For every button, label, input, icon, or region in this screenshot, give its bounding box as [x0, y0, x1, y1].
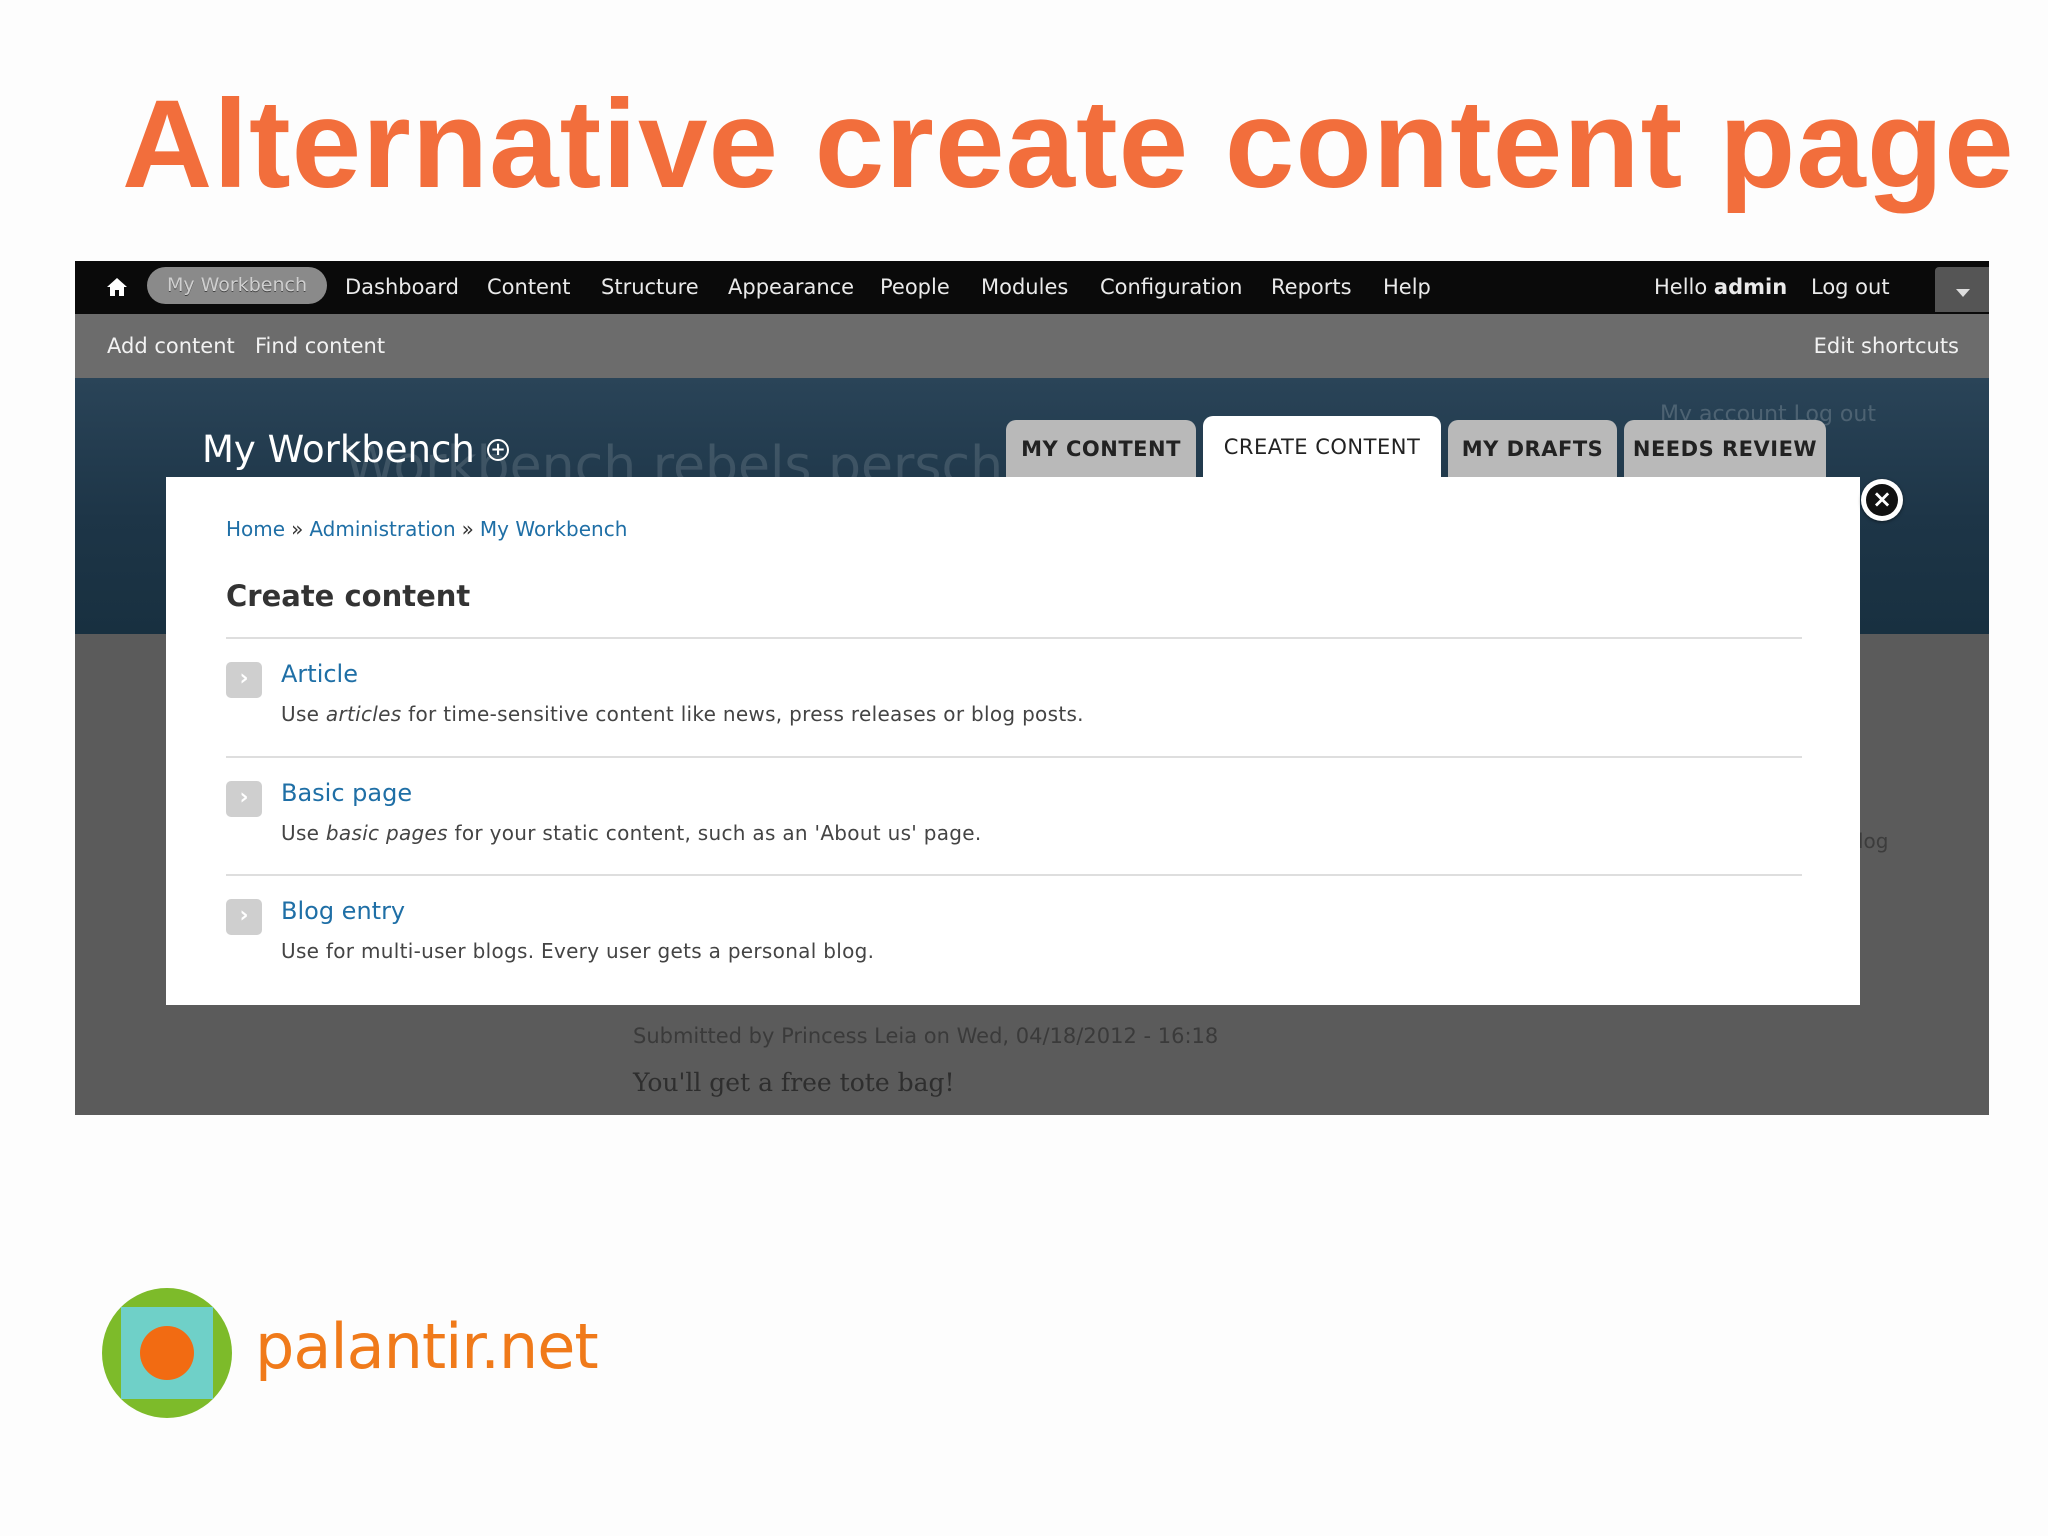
- shortcut-find-content[interactable]: Find content: [255, 314, 385, 378]
- username[interactable]: admin: [1714, 275, 1787, 299]
- tab-create-content[interactable]: CREATE CONTENT: [1203, 416, 1441, 478]
- toolbar-item-configuration[interactable]: Configuration: [1100, 261, 1242, 314]
- toolbar-item-modules[interactable]: Modules: [981, 261, 1068, 314]
- toolbar-item-content[interactable]: Content: [487, 261, 571, 314]
- admin-toolbar: My Workbench Dashboard Content Structure…: [75, 261, 1989, 314]
- slide-title: Alternative create content page: [122, 75, 2015, 214]
- add-shortcut-icon[interactable]: +: [487, 439, 509, 461]
- edit-shortcuts-link[interactable]: Edit shortcuts: [1814, 314, 1959, 378]
- close-modal-button[interactable]: ×: [1861, 479, 1903, 521]
- toolbar-drawer-toggle[interactable]: [1935, 267, 1989, 312]
- divider: [226, 874, 1802, 876]
- chevron-right-icon[interactable]: ›: [226, 899, 262, 935]
- content-type-description: Use for multi-user blogs. Every user get…: [281, 939, 875, 963]
- breadcrumb-separator: »: [291, 517, 304, 541]
- tab-my-drafts[interactable]: MY DRAFTS: [1448, 420, 1617, 478]
- toolbar-item-people[interactable]: People: [880, 261, 950, 314]
- create-content-modal: Home» Administration» My Workbench Create …: [166, 477, 1860, 1005]
- background-submitted: Submitted by Princess Leia on Wed, 04/18…: [633, 1024, 1219, 1048]
- content-type-description: Use basic pages for your static content,…: [281, 821, 982, 845]
- divider: [226, 637, 1802, 639]
- toolbar-item-my-workbench[interactable]: My Workbench: [147, 267, 327, 304]
- content-type-name[interactable]: Blog entry: [281, 897, 405, 925]
- toolbar-item-help[interactable]: Help: [1383, 261, 1431, 314]
- toolbar-item-structure[interactable]: Structure: [601, 261, 699, 314]
- breadcrumb-administration[interactable]: Administration: [309, 517, 455, 541]
- toolbar-item-dashboard[interactable]: Dashboard: [345, 261, 459, 314]
- screenshot: My Workbench Dashboard Content Structure…: [75, 261, 1989, 1115]
- content-type-article[interactable]: › Article Use articles for time-sensitiv…: [226, 640, 1802, 750]
- shortcuts-bar: Add content Find content Edit shortcuts: [75, 314, 1989, 378]
- chevron-right-icon[interactable]: ›: [226, 781, 262, 817]
- hello-user: Hello admin: [1654, 261, 1787, 314]
- hello-label: Hello: [1654, 275, 1708, 299]
- breadcrumb-home[interactable]: Home: [226, 517, 285, 541]
- tab-needs-review[interactable]: NEEDS REVIEW: [1624, 420, 1826, 478]
- toolbar-item-appearance[interactable]: Appearance: [728, 261, 854, 314]
- background-body-text: You'll get a free tote bag!: [633, 1068, 955, 1097]
- tab-my-content[interactable]: MY CONTENT: [1006, 420, 1196, 478]
- content-type-name[interactable]: Basic page: [281, 779, 412, 807]
- chevron-right-icon[interactable]: ›: [226, 662, 262, 698]
- page-title: My Workbench: [202, 428, 475, 471]
- logout-link[interactable]: Log out: [1811, 261, 1890, 314]
- palantir-logo: [102, 1288, 232, 1418]
- home-icon[interactable]: [105, 275, 129, 299]
- content-type-basic-page[interactable]: › Basic page Use basic pages for your st…: [226, 759, 1802, 869]
- breadcrumb-my-workbench[interactable]: My Workbench: [480, 517, 627, 541]
- brand-name: palantir.net: [255, 1310, 599, 1383]
- content-type-blog-entry[interactable]: › Blog entry Use for multi-user blogs. E…: [226, 877, 1802, 987]
- modal-title: Create content: [226, 579, 471, 613]
- toolbar-item-reports[interactable]: Reports: [1271, 261, 1352, 314]
- content-type-description: Use articles for time-sensitive content …: [281, 702, 1084, 726]
- breadcrumb: Home» Administration» My Workbench: [226, 517, 627, 541]
- close-icon: ×: [1866, 484, 1898, 516]
- content-type-name[interactable]: Article: [281, 660, 358, 688]
- shortcut-add-content[interactable]: Add content: [107, 314, 235, 378]
- divider: [226, 756, 1802, 758]
- background-side-link: log: [1858, 829, 1889, 853]
- chevron-down-icon: [1956, 289, 1970, 297]
- breadcrumb-separator: »: [461, 517, 474, 541]
